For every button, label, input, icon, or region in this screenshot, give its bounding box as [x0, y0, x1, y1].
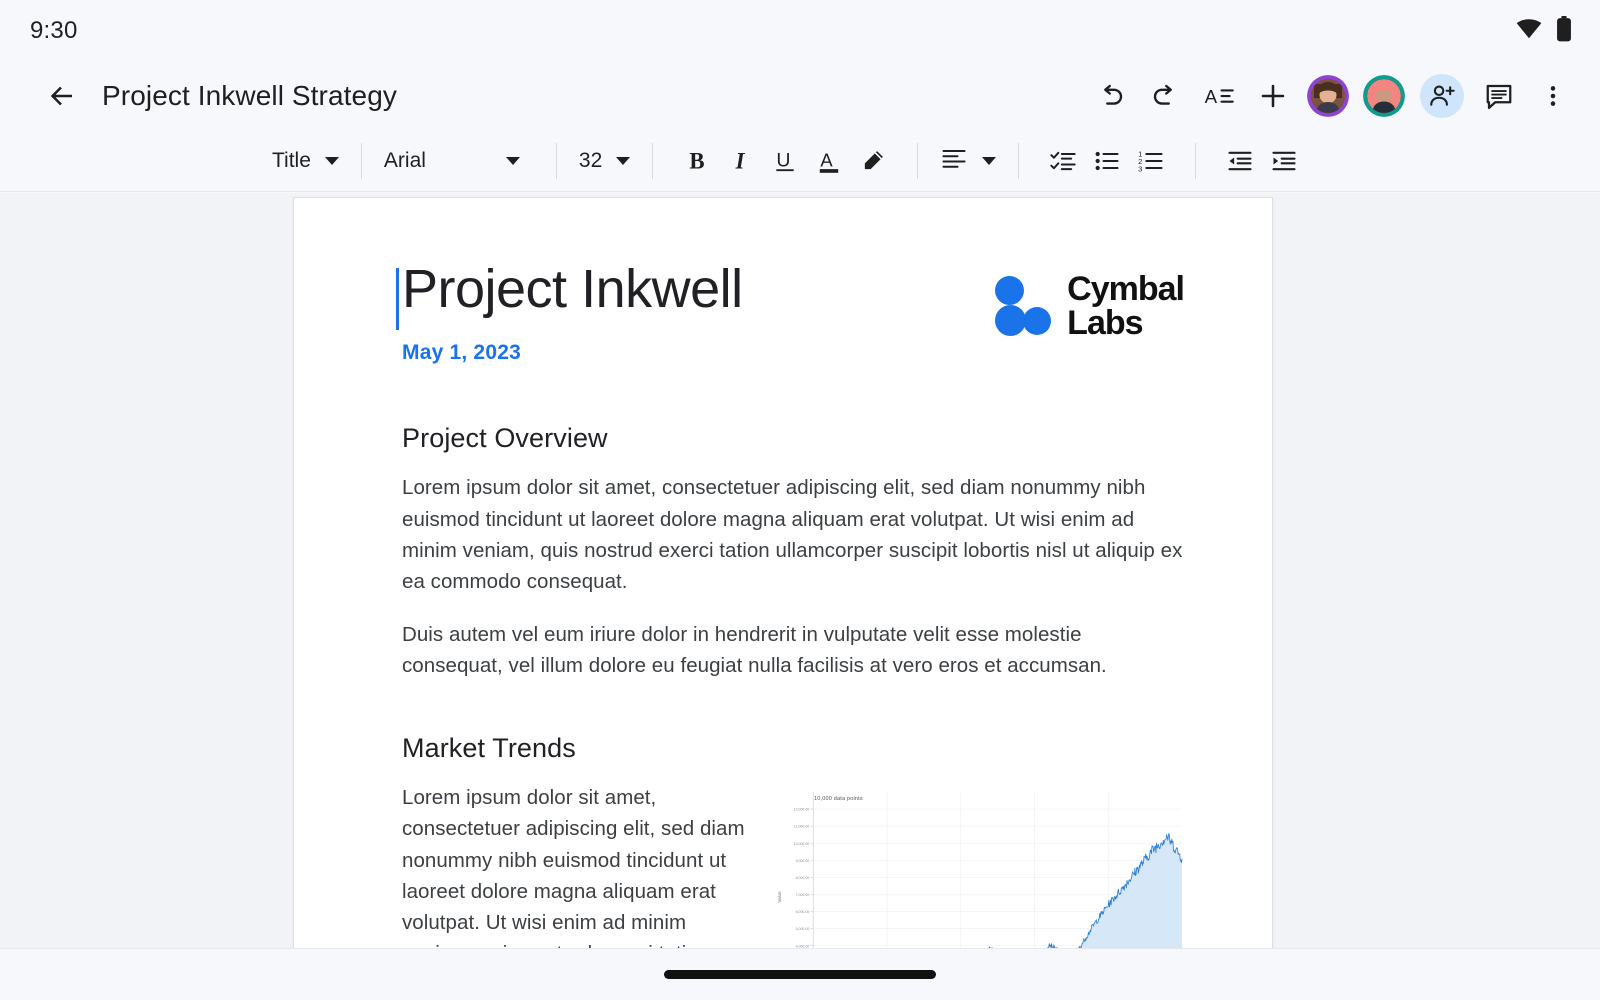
collaborator-avatar-1[interactable] [1307, 75, 1349, 117]
logo-wordmark: Cymbal Labs [1067, 270, 1185, 342]
toolbar-divider [555, 142, 557, 179]
text-color-button[interactable]: A [807, 139, 851, 183]
svg-text:7,000.00: 7,000.00 [796, 893, 810, 897]
align-select[interactable] [940, 141, 997, 181]
undo-button[interactable] [1088, 73, 1134, 119]
app-bar: Project Inkwell Strategy A [0, 62, 1600, 130]
svg-text:10,000.00: 10,000.00 [794, 842, 810, 846]
status-clock: 9:30 [30, 17, 78, 44]
svg-text:6,000.00: 6,000.00 [796, 910, 810, 914]
chart-annotation: 10,000 data points [814, 796, 863, 803]
font-size-select[interactable]: 32 [578, 141, 631, 181]
status-bar: 9:30 [0, 0, 1600, 62]
chevron-down-icon [505, 156, 520, 165]
underline-button[interactable]: U [763, 139, 807, 183]
svg-text:11,000.00: 11,000.00 [794, 825, 809, 829]
numbered-list-button[interactable]: 1 2 3 [1129, 139, 1173, 183]
more-options-button[interactable] [1530, 73, 1576, 119]
bulleted-list-button[interactable] [1085, 139, 1129, 183]
format-toolbar: Title Arial 32 B I U A 1 2 3 [0, 130, 1600, 192]
add-person-button[interactable] [1420, 74, 1464, 118]
wifi-icon [1516, 18, 1542, 44]
insert-button[interactable] [1250, 73, 1296, 119]
highlight-button[interactable] [851, 139, 895, 183]
chevron-down-icon [616, 156, 631, 165]
text-format-button[interactable]: A [1196, 73, 1242, 119]
avatar-face [1367, 79, 1401, 113]
svg-text:12,000.00: 12,000.00 [794, 808, 810, 812]
section-paragraph[interactable]: Lorem ipsum dolor sit amet, consectetuer… [402, 782, 754, 948]
decrease-indent-button[interactable] [1218, 139, 1262, 183]
italic-button[interactable]: I [719, 139, 763, 183]
chevron-down-icon [982, 156, 997, 165]
document-title[interactable]: Project Inkwell Strategy [102, 80, 397, 112]
app-root: 9:30 Project Inkwell Strategy A Title Ar… [0, 0, 1600, 1000]
collaborator-avatar-2[interactable] [1363, 75, 1405, 117]
document-canvas[interactable]: Project Inkwell May 1, 2023 Cymbal Labs [0, 193, 1600, 948]
home-indicator[interactable] [664, 970, 936, 979]
cymbal-labs-logo: Cymbal Labs [995, 270, 1185, 342]
svg-text:9,000.00: 9,000.00 [796, 859, 810, 863]
document-heading-block: Project Inkwell May 1, 2023 [396, 259, 743, 365]
svg-text:5,000.00: 5,000.00 [796, 928, 810, 932]
section-paragraph[interactable]: Lorem ipsum dolor sit amet, consectetuer… [402, 472, 1184, 597]
paragraph-style-select[interactable]: Title [272, 141, 339, 181]
status-indicators [1516, 15, 1572, 47]
document-page[interactable]: Project Inkwell May 1, 2023 Cymbal Labs [293, 197, 1273, 948]
logo-line-1: Cymbal [1067, 270, 1185, 308]
redo-button[interactable] [1142, 73, 1188, 119]
svg-text:A: A [1205, 86, 1218, 107]
avatar-face [1311, 79, 1345, 113]
svg-text:A: A [821, 149, 834, 170]
logo-line-2: Labs [1067, 304, 1143, 342]
chart-y-axis-label: Value [777, 891, 783, 903]
market-trends-chart[interactable]: 12,000.00 11,000.00 10,000.00 9,000.00 8,000… [772, 782, 1184, 948]
market-trends-text: Lorem ipsum dolor sit amet, consectetuer… [402, 782, 754, 948]
text-cursor [396, 268, 399, 330]
area-chart: 12,000.00 11,000.00 10,000.00 9,000.00 8,000… [772, 782, 1184, 948]
market-trends-body: Lorem ipsum dolor sit amet, consectetuer… [402, 782, 1184, 948]
section-heading-market-trends[interactable]: Market Trends [402, 733, 1184, 764]
chevron-down-icon [324, 156, 339, 165]
section-heading-overview[interactable]: Project Overview [402, 423, 1184, 454]
paragraph-style-value: Title [272, 148, 311, 172]
toolbar-divider [917, 142, 919, 179]
comment-button[interactable] [1476, 73, 1522, 119]
app-bar-actions: A [1088, 73, 1576, 119]
increase-indent-button[interactable] [1262, 139, 1306, 183]
chart-svg: 12,000.00 11,000.00 10,000.00 9,000.00 8,000… [794, 792, 1183, 948]
section-paragraph[interactable]: Duis autem vel eum iriure dolor in hendr… [402, 619, 1184, 681]
back-button[interactable] [40, 74, 84, 118]
toolbar-divider [652, 142, 654, 179]
battery-icon [1556, 15, 1572, 47]
svg-text:8,000.00: 8,000.00 [796, 876, 810, 880]
checklist-button[interactable] [1041, 139, 1085, 183]
font-family-value: Arial [383, 148, 426, 172]
document-heading[interactable]: Project Inkwell [402, 259, 743, 319]
font-size-value: 32 [578, 148, 603, 172]
toolbar-divider [360, 142, 362, 179]
svg-text:I: I [735, 148, 746, 173]
toolbar-divider [1195, 142, 1197, 179]
bold-button[interactable]: B [675, 139, 719, 183]
font-family-select[interactable]: Arial [384, 141, 534, 181]
document-header: Project Inkwell May 1, 2023 Cymbal Labs [396, 259, 1185, 365]
logo-circles-icon [995, 276, 1052, 336]
svg-text:B: B [690, 148, 705, 173]
toolbar-divider [1018, 142, 1020, 179]
svg-text:U: U [777, 149, 791, 171]
svg-text:3: 3 [1138, 164, 1142, 173]
align-left-icon [940, 144, 968, 178]
system-nav-bar [0, 948, 1600, 1000]
document-date[interactable]: May 1, 2023 [402, 341, 743, 365]
